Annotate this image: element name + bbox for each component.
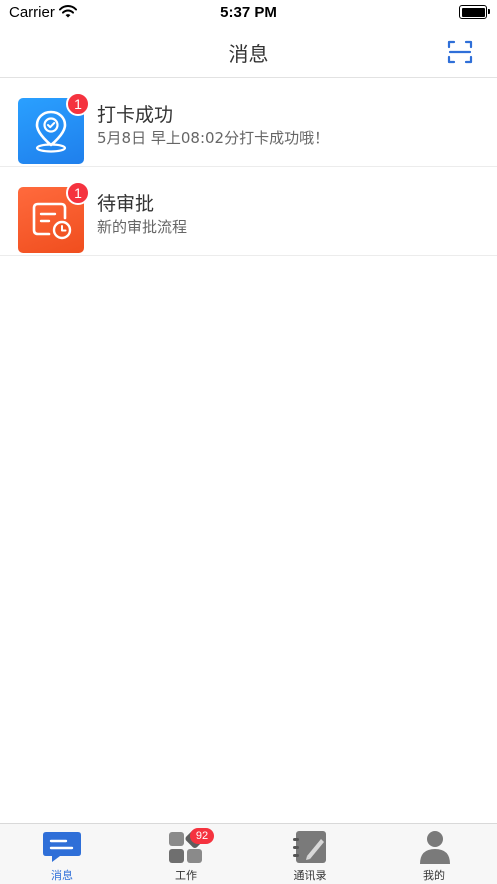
message-item-approval[interactable]: 1 待审批 新的审批流程: [0, 167, 497, 256]
tab-contacts[interactable]: 通讯录: [248, 824, 372, 884]
tab-bar: 消息 92 工作 通讯录 我的: [0, 823, 497, 884]
tab-label: 通讯录: [293, 869, 327, 882]
tab-badge: 92: [190, 828, 214, 844]
message-title: 待审批: [97, 193, 155, 215]
tab-label: 工作: [175, 869, 197, 882]
message-list: 1 打卡成功 5月8日 早上08:02分打卡成功哦！ 1 待审批 新的审批流程: [0, 78, 497, 256]
tab-me[interactable]: 我的: [372, 824, 496, 884]
tab-label: 消息: [51, 869, 73, 882]
clock: 5:37 PM: [220, 4, 277, 21]
tab-work[interactable]: 92 工作: [124, 824, 248, 884]
scan-icon: [447, 40, 473, 64]
unread-badge: 1: [66, 92, 90, 116]
contacts-book-icon: [293, 831, 326, 863]
person-icon: [420, 831, 450, 864]
message-item-checkin[interactable]: 1 打卡成功 5月8日 早上08:02分打卡成功哦！: [0, 78, 497, 167]
tab-messages[interactable]: 消息: [0, 824, 124, 884]
page-title: 消息: [228, 42, 269, 66]
nav-bar: 消息: [0, 28, 497, 78]
message-subtitle: 5月8日 早上08:02分打卡成功哦！: [97, 129, 330, 147]
tab-label: 我的: [423, 869, 445, 882]
status-bar: Carrier 5:37 PM: [0, 0, 497, 28]
battery-icon: [459, 5, 490, 19]
unread-badge: 1: [66, 181, 90, 205]
scan-button[interactable]: [446, 38, 474, 66]
message-icon: [43, 832, 81, 862]
message-subtitle: 新的审批流程: [97, 218, 188, 236]
message-title: 打卡成功: [97, 104, 174, 126]
